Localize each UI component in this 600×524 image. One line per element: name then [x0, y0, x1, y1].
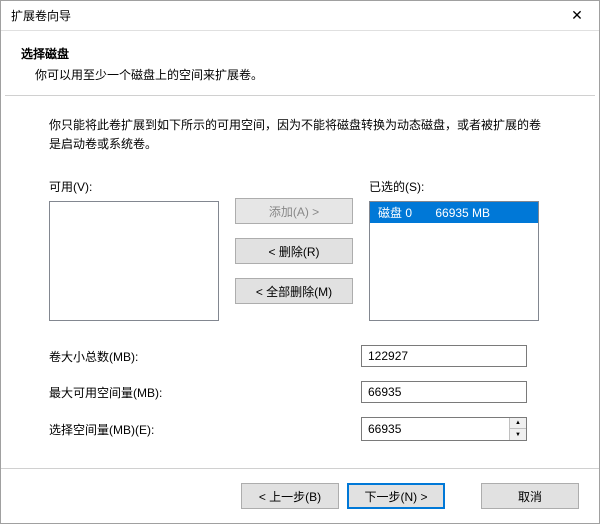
window-title: 扩展卷向导	[11, 7, 71, 24]
chevron-up-icon: ▲	[515, 420, 521, 426]
max-size-row: 最大可用空间量(MB): 66935	[49, 381, 551, 403]
add-button[interactable]: 添加(A) >	[235, 198, 353, 224]
selected-listbox[interactable]: 磁盘 0 66935 MB	[369, 201, 539, 321]
size-fields: 卷大小总数(MB): 122927 最大可用空间量(MB): 66935 选择空…	[49, 345, 551, 441]
select-size-row: 选择空间量(MB)(E): ▲ ▼	[49, 417, 551, 441]
spin-down-button[interactable]: ▼	[510, 429, 526, 440]
max-size-value: 66935	[361, 381, 527, 403]
titlebar: 扩展卷向导 ✕	[1, 1, 599, 31]
available-label: 可用(V):	[49, 178, 219, 195]
description-text: 你只能将此卷扩展到如下所示的可用空间，因为不能将磁盘转换为动态磁盘，或者被扩展的…	[49, 116, 551, 154]
remove-all-button[interactable]: < 全部删除(M)	[235, 278, 353, 304]
total-size-value: 122927	[361, 345, 527, 367]
total-size-row: 卷大小总数(MB): 122927	[49, 345, 551, 367]
close-icon: ✕	[571, 7, 583, 24]
list-item[interactable]: 磁盘 0 66935 MB	[370, 202, 538, 223]
wizard-window: 扩展卷向导 ✕ 选择磁盘 你可以用至少一个磁盘上的空间来扩展卷。 你只能将此卷扩…	[0, 0, 600, 524]
spinner-buttons: ▲ ▼	[509, 418, 526, 440]
wizard-header: 选择磁盘 你可以用至少一个磁盘上的空间来扩展卷。	[1, 31, 599, 95]
transfer-buttons: 添加(A) > < 删除(R) < 全部删除(M)	[235, 178, 353, 304]
spin-up-button[interactable]: ▲	[510, 418, 526, 429]
total-size-label: 卷大小总数(MB):	[49, 348, 361, 365]
select-size-label: 选择空间量(MB)(E):	[49, 421, 361, 438]
available-section: 可用(V):	[49, 178, 219, 321]
close-button[interactable]: ✕	[555, 1, 599, 31]
chevron-down-icon: ▼	[515, 432, 521, 438]
page-title: 选择磁盘	[21, 45, 579, 62]
page-subtitle: 你可以用至少一个磁盘上的空间来扩展卷。	[35, 66, 579, 83]
max-size-label: 最大可用空间量(MB):	[49, 384, 361, 401]
select-size-spinner: ▲ ▼	[361, 417, 527, 441]
cancel-button[interactable]: 取消	[481, 483, 579, 509]
select-size-input[interactable]	[362, 418, 509, 440]
disk-selection-area: 可用(V): 添加(A) > < 删除(R) < 全部删除(M) 已选的(S):	[49, 178, 551, 321]
selected-label: 已选的(S):	[369, 178, 539, 195]
selected-section: 已选的(S): 磁盘 0 66935 MB	[369, 178, 539, 321]
back-button[interactable]: < 上一步(B)	[241, 483, 339, 509]
content-area: 你只能将此卷扩展到如下所示的可用空间，因为不能将磁盘转换为动态磁盘，或者被扩展的…	[1, 96, 599, 468]
next-button[interactable]: 下一步(N) >	[347, 483, 445, 509]
remove-button[interactable]: < 删除(R)	[235, 238, 353, 264]
available-listbox[interactable]	[49, 201, 219, 321]
wizard-footer: < 上一步(B) 下一步(N) > 取消	[1, 468, 599, 523]
